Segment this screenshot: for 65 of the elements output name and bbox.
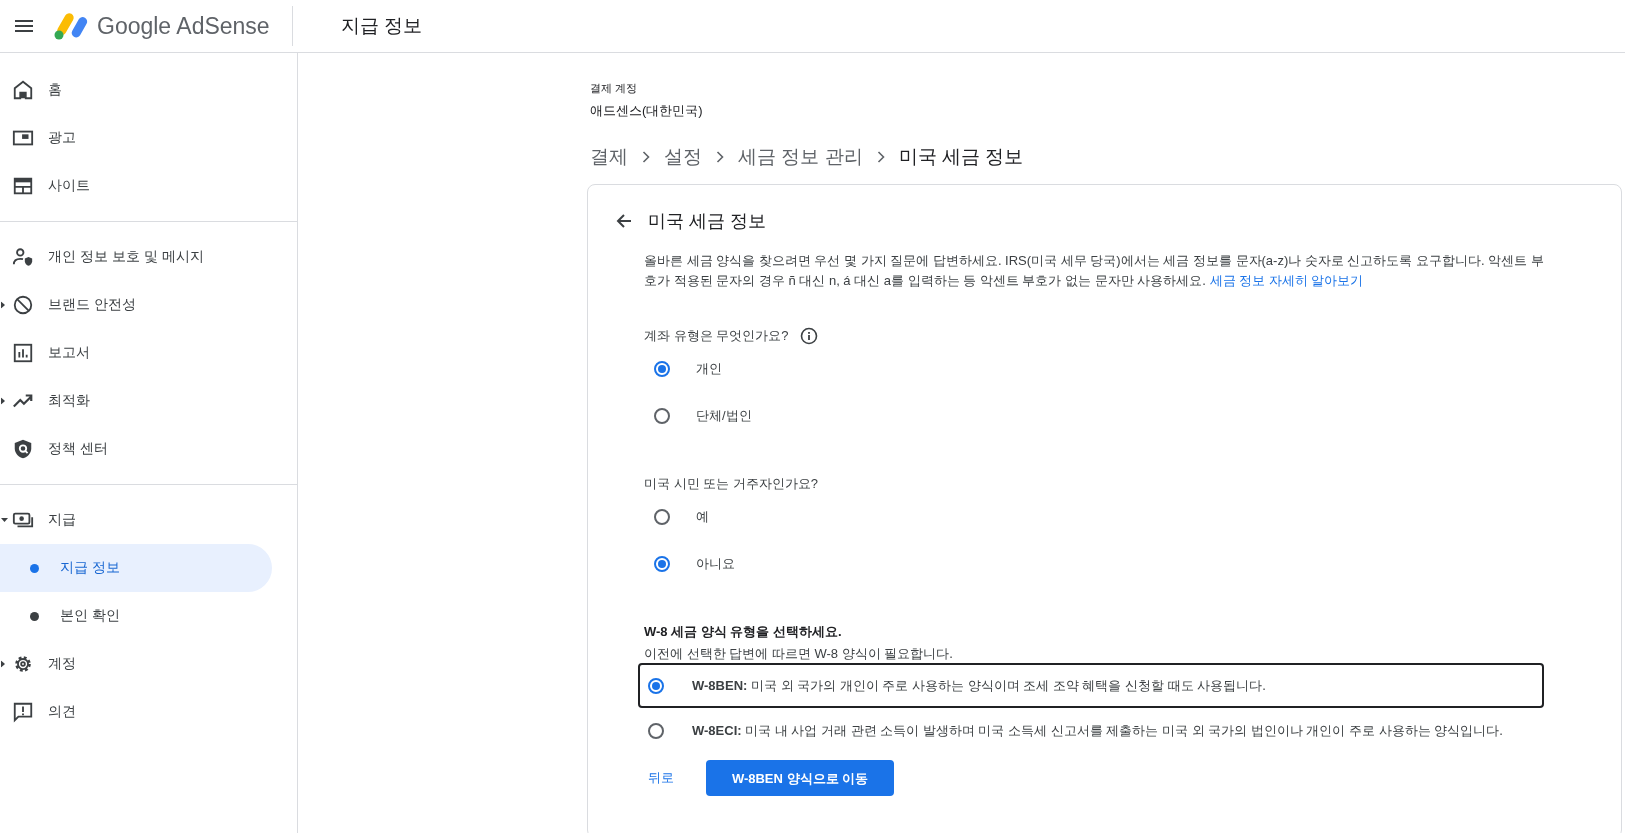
sidebar-subitem[interactable]: 지급 정보	[0, 544, 272, 592]
info-icon[interactable]	[800, 327, 819, 345]
radio-button[interactable]	[648, 677, 664, 694]
sidebar-item[interactable]: 광고	[0, 114, 297, 162]
sidebar-item[interactable]: 지급	[0, 496, 297, 544]
product-name: Google AdSense	[97, 12, 270, 40]
back-button[interactable]: 뒤로	[636, 759, 686, 797]
radio-button[interactable]	[654, 555, 670, 572]
dot-icon	[30, 611, 39, 621]
radio-button[interactable]	[654, 360, 670, 377]
sidebar-item[interactable]: 정책 센터	[0, 425, 297, 473]
account-label: 결제 계정	[590, 81, 639, 96]
option-text: W-8ECI: 미국 내 사업 거래 관련 소득이 발생하며 미국 소득세 신고서를 제출하는 미국 외 국가의 법인이나 개인이 주로 사용하는 양식입니다.	[692, 722, 1503, 739]
breadcrumb[interactable]: 세금 정보 관리	[738, 144, 863, 170]
back-arrow-icon[interactable]	[616, 213, 632, 229]
question-text: 계좌 유형은 무엇인가요?	[644, 327, 789, 345]
sidebar-item[interactable]: 사이트	[0, 162, 297, 210]
feedback-icon	[12, 701, 34, 723]
question-hint: 이전에 선택한 답변에 따르면 W-8 양식이 필요합니다.	[644, 645, 954, 663]
breadcrumb[interactable]: 결제	[590, 144, 628, 170]
radio-button[interactable]	[654, 508, 670, 525]
next-button[interactable]: W-8BEN 양식으로 이동	[706, 760, 894, 796]
radio-button[interactable]	[654, 407, 670, 424]
chevron-right-icon	[716, 151, 724, 163]
sidebar-subitem[interactable]: 본인 확인	[0, 592, 272, 640]
card-title: 미국 세금 정보	[648, 210, 766, 233]
expand-arrow-icon[interactable]	[1, 301, 5, 309]
option-label: 아니요	[696, 554, 735, 573]
option-label: 개인	[696, 359, 722, 378]
option-label: 단체/법인	[696, 406, 752, 425]
menu-icon[interactable]	[15, 20, 33, 32]
settings-icon	[12, 653, 34, 675]
sidebar-item[interactable]: 브랜드 안전성	[0, 281, 297, 329]
option-label: 예	[696, 507, 709, 526]
learn-more-link[interactable]: 세금 정보 자세히 알아보기	[1209, 273, 1364, 288]
intro-paragraph: 올바른 세금 양식을 찾으려면 우선 몇 가지 질문에 답변하세요. IRS(미국 세무 당국)에서는 세금 정보를 문자(a-z)나 숫자로 신고하도록 요구합니다. 악센트 부호가 적용된 문자의 경우 ñ 대신 n, á 대신 a를 입력하는 등 악센트 부호가 없는 문자만 사용하세요. 세금 정보 자세히 알아보기	[644, 252, 1544, 290]
question-text: W-8 세금 양식 유형을 선택하세요.	[644, 623, 842, 641]
expand-arrow-icon[interactable]	[1, 660, 5, 668]
person-shield-icon	[12, 246, 34, 268]
home-icon	[12, 79, 34, 101]
radio-button[interactable]	[648, 722, 664, 739]
radio-option[interactable]: W-8ECI: 미국 내 사업 거래 관련 소득이 발생하며 미국 소득세 신고서를 제출하는 미국 외 국가의 법인이나 개인이 주로 사용하는 양식입니다.	[638, 708, 1544, 753]
block-icon	[12, 294, 34, 316]
shield-search-icon	[12, 438, 34, 460]
logo-icon	[53, 11, 89, 41]
collapse-arrow-icon[interactable]	[1, 518, 8, 522]
question-text: 미국 시민 또는 거주자인가요?	[644, 475, 819, 493]
dot-icon	[30, 563, 39, 573]
sidebar-item[interactable]: 의견	[0, 688, 297, 736]
radio-option[interactable]: W-8BEN: 미국 외 국가의 개인이 주로 사용하는 양식이며 조세 조약 혜택을 신청할 때도 사용됩니다.	[638, 663, 1544, 708]
breadcrumb: 미국 세금 정보	[898, 145, 1024, 169]
sidebar-item[interactable]: 계정	[0, 640, 297, 688]
account-name: 애드센스(대한민국)	[590, 102, 704, 120]
expand-arrow-icon[interactable]	[1, 397, 5, 405]
sidebar-item[interactable]: 홈	[0, 66, 297, 114]
option-text: W-8BEN: 미국 외 국가의 개인이 주로 사용하는 양식이며 조세 조약 혜택을 신청할 때도 사용됩니다.	[692, 677, 1266, 694]
bar-chart-icon	[12, 342, 34, 364]
chevron-right-icon	[642, 151, 650, 163]
web-layout-icon	[12, 175, 34, 197]
sidebar-item[interactable]: 최적화	[0, 377, 297, 425]
breadcrumb[interactable]: 설정	[664, 144, 702, 170]
page-title: 지급 정보	[340, 14, 422, 38]
sidebar-item[interactable]: 보고서	[0, 329, 297, 377]
chevron-right-icon	[876, 151, 885, 163]
sidebar-item[interactable]: 개인 정보 보호 및 메시지	[0, 233, 297, 281]
